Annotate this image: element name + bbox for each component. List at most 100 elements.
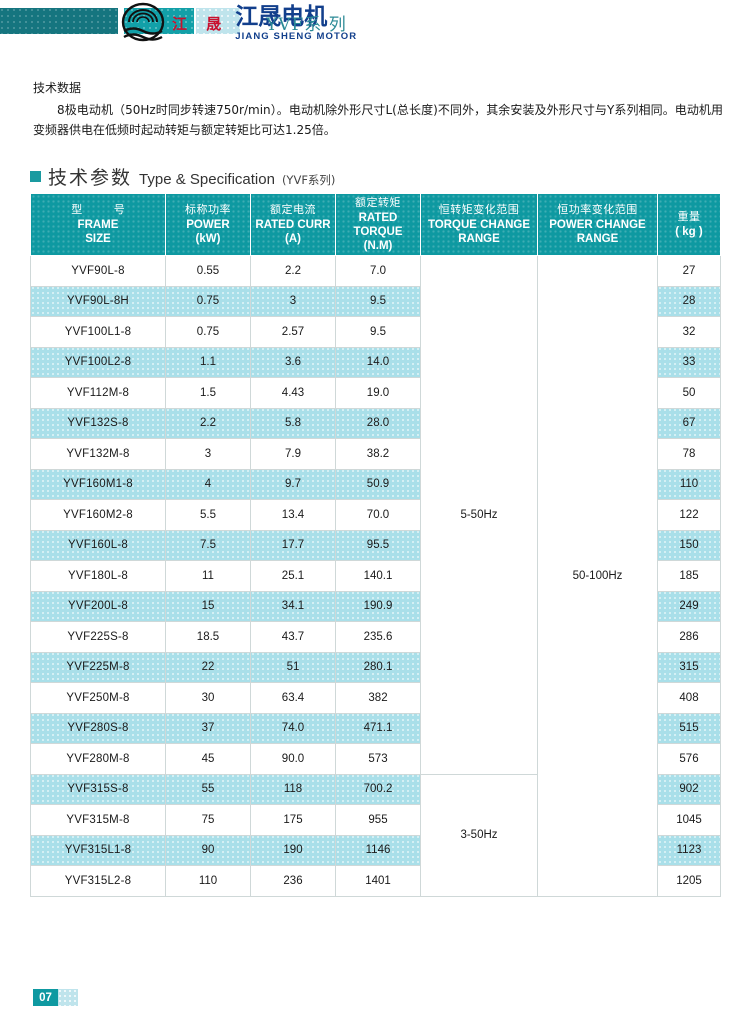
header-decor-bar-dark — [0, 8, 118, 34]
cell-current: 236 — [250, 865, 336, 897]
cell-current: 7.9 — [250, 438, 336, 470]
col-weight-en1: ( kg ) — [675, 226, 703, 238]
cell-torque: 19.0 — [335, 377, 421, 409]
cell-torque: 280.1 — [335, 651, 421, 683]
cell-weight: 50 — [657, 377, 721, 409]
cell-power: 0.55 — [165, 255, 251, 287]
cell-current: 3 — [250, 285, 336, 317]
col-weight: 重量 ( kg ) — [657, 193, 721, 256]
cell-power: 30 — [165, 682, 251, 714]
cell-weight: 122 — [657, 499, 721, 531]
cell-current: 17.7 — [250, 529, 336, 561]
cell-torque: 190.9 — [335, 590, 421, 622]
cell-power: 110 — [165, 865, 251, 897]
table-header-row: 型 号 FRAME SIZE 标称功率 POWER (kW) 额定电流 RATE… — [30, 193, 721, 256]
cell-frame: YVF132M-8 — [30, 438, 166, 470]
table-body: YVF90L-8 0.55 2.2 7.0 5-50Hz 50-100Hz 27 YVF90L… — [30, 255, 721, 897]
intro-heading: 技术数据 — [33, 81, 82, 95]
cell-power: 2.2 — [165, 407, 251, 439]
cell-weight: 67 — [657, 407, 721, 439]
logo-chinese-stamp: 江 晟 — [172, 3, 228, 45]
cell-weight: 150 — [657, 529, 721, 561]
cell-torque: 7.0 — [335, 255, 421, 287]
technical-data-intro: 技术数据 8极电动机（50Hz时同步转速750r/min）。电动机除外形尺寸L(… — [33, 78, 723, 140]
cell-torque: 95.5 — [335, 529, 421, 561]
cell-weight: 315 — [657, 651, 721, 683]
col-power-change-range-en2: RANGE — [576, 233, 619, 245]
cell-power: 22 — [165, 651, 251, 683]
cell-weight: 515 — [657, 712, 721, 744]
cell-weight: 1123 — [657, 834, 721, 866]
cell-frame: YVF250M-8 — [30, 682, 166, 714]
col-power-en2: (kW) — [195, 233, 221, 245]
cell-torque: 70.0 — [335, 499, 421, 531]
cell-current: 175 — [250, 804, 336, 836]
cell-torque: 1146 — [335, 834, 421, 866]
col-frame-size-en1: FRAME — [77, 219, 119, 231]
section-title: 技术参数 Type & Specification (YVF系列) — [30, 163, 335, 190]
cell-current: 25.1 — [250, 560, 336, 592]
cell-current: 4.43 — [250, 377, 336, 409]
specification-table: 型 号 FRAME SIZE 标称功率 POWER (kW) 额定电流 RATE… — [30, 193, 721, 897]
col-frame-size-cn: 型 号 — [71, 203, 139, 216]
col-frame-size: 型 号 FRAME SIZE — [30, 193, 166, 256]
logo-emblem-icon — [120, 2, 166, 46]
cell-torque: 235.6 — [335, 621, 421, 653]
cell-current: 190 — [250, 834, 336, 866]
cell-frame: YVF100L1-8 — [30, 316, 166, 348]
cell-weight: 27 — [657, 255, 721, 287]
cell-frame: YVF280S-8 — [30, 712, 166, 744]
cell-torque: 140.1 — [335, 560, 421, 592]
cell-power: 90 — [165, 834, 251, 866]
page-footer: 07 — [33, 989, 78, 1006]
col-power-change-range-cn: 恒功率变化范围 — [557, 203, 638, 216]
cell-power: 55 — [165, 773, 251, 805]
cell-power: 1.1 — [165, 346, 251, 378]
cell-power: 11 — [165, 560, 251, 592]
cell-frame: YVF225S-8 — [30, 621, 166, 653]
cell-frame: YVF132S-8 — [30, 407, 166, 439]
table-row: YVF90L-8 0.55 2.2 7.0 5-50Hz 50-100Hz 27 — [30, 255, 721, 897]
cell-torque: 1401 — [335, 865, 421, 897]
col-rated-torque-en1: RATED TORQUE — [353, 212, 403, 238]
cell-weight: 33 — [657, 346, 721, 378]
page-header: 江 晟 江晟电机 JIANG SHENG MOTOR YVF系 列 — [0, 0, 750, 58]
cell-current: 9.7 — [250, 468, 336, 500]
cell-frame: YVF90L-8H — [30, 285, 166, 317]
cell-weight: 78 — [657, 438, 721, 470]
intro-body: 8极电动机（50Hz时同步转速750r/min）。电动机除外形尺寸L(总长度)不… — [33, 103, 723, 137]
cell-power: 4 — [165, 468, 251, 500]
cell-torque: 38.2 — [335, 438, 421, 470]
cell-current: 118 — [250, 773, 336, 805]
cell-weight: 110 — [657, 468, 721, 500]
cell-frame: YVF160L-8 — [30, 529, 166, 561]
cell-power: 0.75 — [165, 316, 251, 348]
cell-torque: 955 — [335, 804, 421, 836]
cell-weight: 32 — [657, 316, 721, 348]
cell-frame: YVF315L2-8 — [30, 865, 166, 897]
cell-current: 43.7 — [250, 621, 336, 653]
cell-power: 5.5 — [165, 499, 251, 531]
cell-current: 3.6 — [250, 346, 336, 378]
cell-frame: YVF315L1-8 — [30, 834, 166, 866]
cell-weight: 902 — [657, 773, 721, 805]
section-title-cn: 技术参数 — [48, 167, 133, 189]
cell-torque: 14.0 — [335, 346, 421, 378]
cell-torque-change-range-2: 3-50Hz — [420, 773, 538, 897]
catalog-page: 江 晟 江晟电机 JIANG SHENG MOTOR YVF系 列 技术数据 8… — [0, 0, 750, 1018]
cell-torque: 700.2 — [335, 773, 421, 805]
cell-current: 51 — [250, 651, 336, 683]
cell-power: 7.5 — [165, 529, 251, 561]
cell-weight: 286 — [657, 621, 721, 653]
table-header: 型 号 FRAME SIZE 标称功率 POWER (kW) 额定电流 RATE… — [30, 193, 721, 256]
cell-weight: 408 — [657, 682, 721, 714]
cell-frame: YVF180L-8 — [30, 560, 166, 592]
logo-stamp-text: 江 晟 — [172, 15, 229, 33]
cell-torque-change-range-1: 5-50Hz — [420, 255, 538, 775]
cell-torque: 9.5 — [335, 316, 421, 348]
col-rated-current-cn: 额定电流 — [270, 203, 316, 216]
cell-power: 45 — [165, 743, 251, 775]
cell-current: 13.4 — [250, 499, 336, 531]
cell-torque: 9.5 — [335, 285, 421, 317]
cell-power-change-range: 50-100Hz — [537, 255, 658, 897]
